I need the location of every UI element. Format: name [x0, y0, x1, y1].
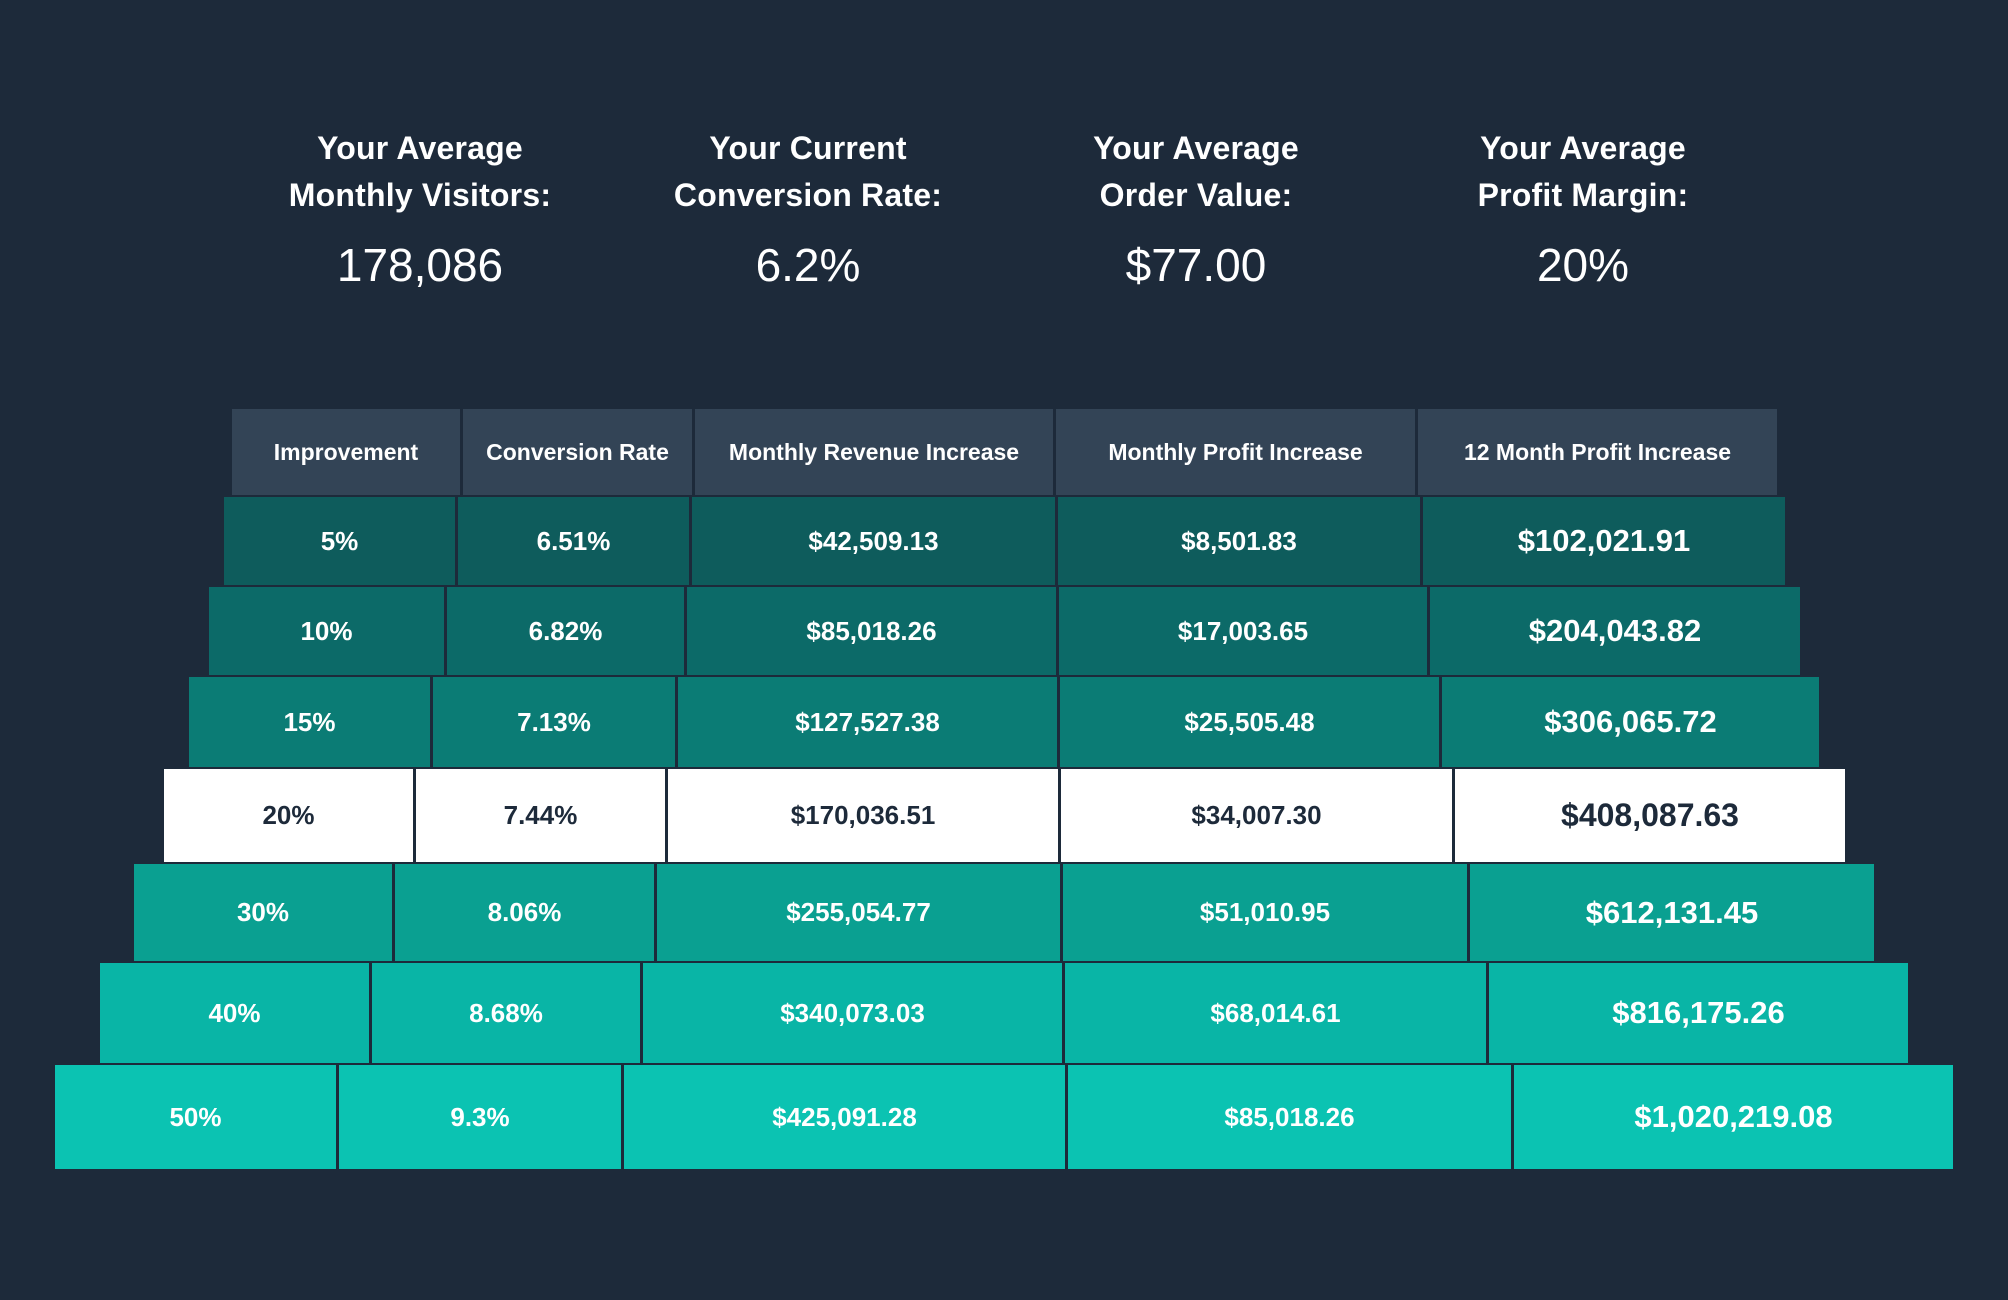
cell-improvement: 50%: [55, 1065, 336, 1169]
cell-improvement: 40%: [100, 963, 369, 1063]
column-header-monthly-revenue-increase: Monthly Revenue Increase: [695, 409, 1053, 495]
cell-twelve-month-profit-increase: $102,021.91: [1423, 497, 1785, 585]
cell-conversion-rate: 6.51%: [458, 497, 689, 585]
cell-monthly-revenue-increase: $255,054.77: [657, 864, 1060, 961]
projection-table: Improvement Conversion Rate Monthly Revenu…: [0, 0, 2008, 1300]
cell-improvement: 10%: [209, 587, 444, 675]
cell-monthly-revenue-increase: $42,509.13: [692, 497, 1055, 585]
cell-twelve-month-profit-increase: $204,043.82: [1430, 587, 1800, 675]
cell-monthly-revenue-increase: $425,091.28: [624, 1065, 1065, 1169]
cell-conversion-rate: 7.13%: [433, 677, 675, 767]
cell-monthly-revenue-increase: $340,073.03: [643, 963, 1062, 1063]
cell-monthly-profit-increase: $17,003.65: [1059, 587, 1427, 675]
cell-monthly-profit-increase: $25,505.48: [1060, 677, 1439, 767]
cell-improvement: 30%: [134, 864, 392, 961]
highlighted-cell-improvement: 20%: [164, 769, 413, 862]
cell-monthly-profit-increase: $51,010.95: [1063, 864, 1467, 961]
cell-conversion-rate: 8.06%: [395, 864, 654, 961]
cell-improvement: 5%: [224, 497, 455, 585]
column-header-twelve-month-profit-increase: 12 Month Profit Increase: [1418, 409, 1777, 495]
cell-monthly-profit-increase: $85,018.26: [1068, 1065, 1511, 1169]
cell-monthly-profit-increase: $8,501.83: [1058, 497, 1420, 585]
cell-twelve-month-profit-increase: $306,065.72: [1442, 677, 1819, 767]
column-header-monthly-profit-increase: Monthly Profit Increase: [1056, 409, 1415, 495]
cell-twelve-month-profit-increase: $816,175.26: [1489, 963, 1908, 1063]
highlighted-cell-conversion-rate: 7.44%: [416, 769, 665, 862]
cell-conversion-rate: 8.68%: [372, 963, 640, 1063]
cell-monthly-revenue-increase: $85,018.26: [687, 587, 1056, 675]
cell-conversion-rate: 6.82%: [447, 587, 684, 675]
cell-monthly-profit-increase: $68,014.61: [1065, 963, 1486, 1063]
cell-conversion-rate: 9.3%: [339, 1065, 621, 1169]
column-header-conversion-rate: Conversion Rate: [463, 409, 692, 495]
cell-twelve-month-profit-increase: $612,131.45: [1470, 864, 1874, 961]
cell-twelve-month-profit-increase: $1,020,219.08: [1514, 1065, 1953, 1169]
highlighted-cell-twelve-month-profit-increase: $408,087.63: [1455, 769, 1845, 862]
cell-improvement: 15%: [189, 677, 430, 767]
cell-monthly-revenue-increase: $127,527.38: [678, 677, 1057, 767]
highlighted-cell-monthly-revenue-increase: $170,036.51: [668, 769, 1058, 862]
highlighted-cell-monthly-profit-increase: $34,007.30: [1061, 769, 1452, 862]
column-header-improvement: Improvement: [232, 409, 460, 495]
